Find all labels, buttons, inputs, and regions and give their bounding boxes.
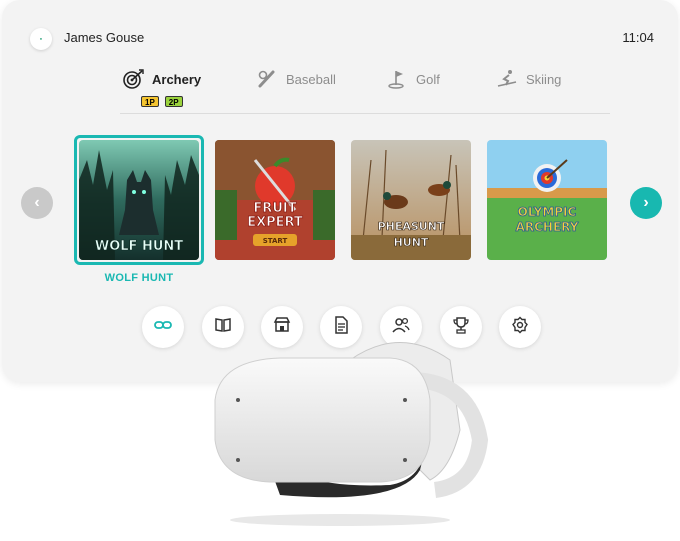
- clock: 11:04: [622, 30, 654, 45]
- game-card-wolf-hunt[interactable]: WOLF HUNT: [79, 140, 199, 260]
- tab-label: Archery: [152, 71, 202, 87]
- card-art-title: PHEASUNT: [378, 220, 445, 233]
- carousel-next-button[interactable]: ›: [630, 187, 662, 219]
- tabs-divider: [120, 113, 610, 114]
- card-art-title: FRUIT: [253, 201, 296, 216]
- chevron-left-icon: ‹: [34, 194, 40, 211]
- sport-tabs: Archery Baseball Golf Skiing: [2, 66, 678, 106]
- tab-skiing[interactable]: Skiing: [496, 66, 561, 92]
- dock-link-button[interactable]: [142, 306, 184, 348]
- game-card-fruit-expert[interactable]: FRUIT EXPERT START: [215, 140, 335, 260]
- card-art-title: OLYMPIC: [518, 205, 577, 219]
- tab-baseball[interactable]: Baseball: [256, 66, 336, 92]
- skiing-icon: [496, 68, 518, 90]
- tab-archery[interactable]: Archery: [122, 66, 201, 92]
- card-art-subtitle: EXPERT: [247, 215, 303, 230]
- card-art-subtitle: HUNT: [394, 236, 429, 249]
- card-art-title: WOLF HUNT: [95, 239, 183, 254]
- vr-headset-image: [200, 320, 500, 530]
- dock-settings-button[interactable]: [499, 306, 541, 348]
- archery-target-icon: [122, 68, 144, 90]
- carousel-prev-button[interactable]: ‹: [21, 187, 53, 219]
- brand-logo-icon: ●: [30, 28, 52, 50]
- card-art-start-button: START: [263, 237, 288, 245]
- selected-game-title: WOLF HUNT: [104, 272, 174, 284]
- badge-1p: 1P: [141, 96, 159, 107]
- tab-label: Golf: [416, 71, 440, 87]
- baseball-icon: [256, 68, 278, 90]
- game-card-olympic-archery[interactable]: OLYMPIC ARCHERY: [487, 140, 607, 260]
- badge-2p: 2P: [164, 96, 183, 107]
- tab-label: Baseball: [286, 71, 336, 87]
- tab-golf[interactable]: Golf: [386, 66, 440, 92]
- player-badges: 1P 2P: [141, 96, 183, 107]
- golf-flag-icon: [386, 68, 408, 90]
- user-name[interactable]: James Gouse: [64, 30, 144, 45]
- card-art-subtitle: ARCHERY: [516, 220, 579, 234]
- settings-icon: [511, 316, 529, 339]
- link-icon: [154, 316, 172, 339]
- chevron-right-icon: ›: [643, 194, 649, 211]
- game-card-pheasunt-hunt[interactable]: PHEASUNT HUNT: [351, 140, 471, 260]
- tab-label: Skiing: [526, 71, 562, 87]
